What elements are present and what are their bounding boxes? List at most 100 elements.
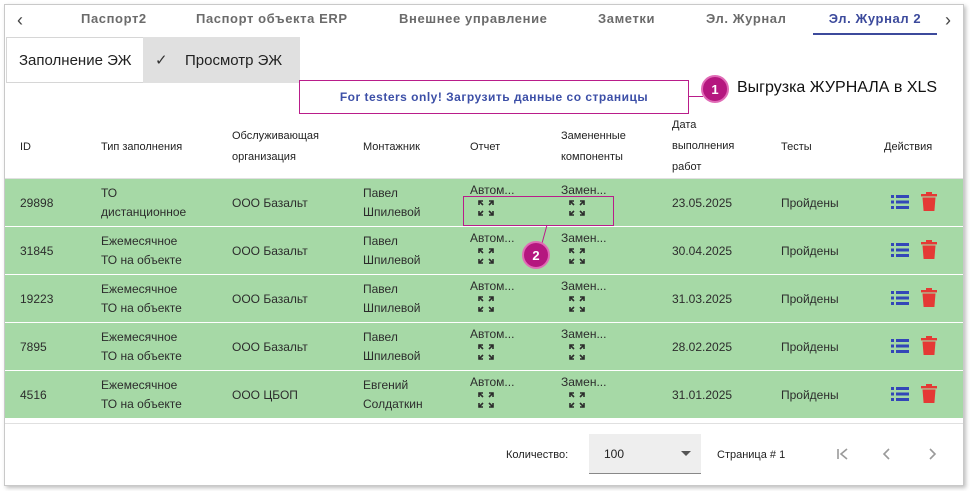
fill-journal-toggle[interactable]: Заполнение ЭЖ: [6, 37, 144, 83]
cell-report: Автом...: [470, 231, 514, 265]
trash-icon[interactable]: [921, 336, 937, 355]
trash-icon[interactable]: [921, 384, 937, 403]
cell-type: Ежемесячное ТО на объекте: [101, 376, 182, 414]
cell-report-text: Автом...: [470, 375, 515, 389]
expand-replaced-icon[interactable]: [568, 391, 586, 409]
tab-scroll-left-icon[interactable]: ‹: [9, 7, 31, 33]
expand-report-icon[interactable]: [477, 295, 495, 313]
col-installer[interactable]: Монтажник: [363, 137, 420, 158]
cell-type-line-2: ТО на объекте: [101, 397, 182, 411]
cell-tests: Пройдены: [781, 339, 839, 354]
cell-type-line-1: ТО: [101, 186, 118, 200]
cell-installer: Павел Шпилевой: [363, 280, 421, 318]
cell-installer-line-2: Шпилевой: [363, 253, 421, 267]
first-page-icon[interactable]: [831, 442, 855, 466]
count-label: Количество:: [506, 449, 569, 461]
col-org[interactable]: Обслуживающая организация: [232, 126, 319, 168]
cell-report: Автом...: [470, 279, 514, 313]
cell-org: ООО Базальт: [232, 243, 308, 258]
cell-org: ООО Базальт: [232, 339, 308, 354]
expand-report-icon[interactable]: [477, 391, 495, 409]
tab-e-journal[interactable]: Эл. Журнал: [706, 5, 787, 35]
cell-replaced: Замен...: [561, 231, 606, 265]
cell-replaced-text: Замен...: [561, 327, 607, 341]
tab-e-journal-2[interactable]: Эл. Журнал 2: [813, 5, 937, 35]
cell-installer: Павел Шпилевой: [363, 232, 421, 270]
col-replaced-line-2: компоненты: [561, 151, 623, 163]
col-actions: Действия: [884, 141, 933, 153]
next-page-icon[interactable]: [920, 442, 944, 466]
count-select[interactable]: 100: [589, 434, 701, 474]
trash-icon[interactable]: [921, 240, 937, 259]
expand-replaced-icon[interactable]: [568, 247, 586, 265]
tab-passport-erp[interactable]: Паспорт объекта ERP: [196, 5, 348, 35]
list-icon[interactable]: [891, 337, 909, 355]
list-icon[interactable]: [891, 385, 909, 403]
col-id[interactable]: ID: [20, 137, 31, 158]
cell-installer-line-2: Шпилевой: [363, 349, 421, 363]
trash-icon[interactable]: [921, 192, 937, 211]
cell-replaced: Замен...: [561, 279, 606, 313]
tab-scroll-right-icon[interactable]: ›: [937, 7, 959, 33]
trash-icon[interactable]: [921, 288, 937, 307]
cell-replaced-text: Замен...: [561, 183, 607, 197]
cell-id: 31845: [20, 243, 54, 258]
cell-installer-line-1: Павел: [363, 282, 398, 296]
cell-date: 30.04.2025: [672, 243, 733, 258]
col-date-line-2: выполнения: [672, 140, 735, 152]
callout-1-badge: 1: [701, 75, 729, 103]
col-tests[interactable]: Тесты: [781, 137, 812, 158]
cell-replaced-text: Замен...: [561, 375, 607, 389]
cell-installer: Павел Шпилевой: [363, 184, 421, 222]
table-row[interactable]: 31845 Ежемесячное ТО на объекте ООО Базальт…: [5, 227, 963, 275]
view-journal-label: Просмотр ЭЖ: [185, 51, 283, 69]
prev-page-icon[interactable]: [875, 442, 899, 466]
cell-id: 4516: [20, 387, 47, 402]
cell-type: Ежемесячное ТО на объекте: [101, 232, 182, 270]
testers-load-link[interactable]: For testers only! Загрузить данные со ст…: [299, 80, 689, 114]
cell-installer: Павел Шпилевой: [363, 328, 421, 366]
col-type[interactable]: Тип заполнения: [101, 137, 182, 158]
callout-2-badge: 2: [522, 241, 550, 269]
table-row[interactable]: 4516 Ежемесячное ТО на объекте ООО ЦБОП Евге…: [5, 371, 963, 419]
cell-date: 31.01.2025: [672, 387, 733, 402]
table-row[interactable]: 19223 Ежемесячное ТО на объекте ООО Базальт…: [5, 275, 963, 323]
page-label: Страница # 1: [717, 449, 786, 461]
view-journal-toggle[interactable]: ✓ Просмотр ЭЖ: [143, 37, 300, 83]
cell-installer-line-1: Павел: [363, 234, 398, 248]
table-header: ID Тип заполнения Обслуживающая организа…: [5, 115, 963, 179]
cell-report-text: Автом...: [470, 183, 515, 197]
cell-org: ООО Базальт: [232, 195, 308, 210]
cell-installer-line-1: Павел: [363, 330, 398, 344]
list-icon[interactable]: [891, 289, 909, 307]
expand-replaced-icon[interactable]: [568, 343, 586, 361]
count-select-value: 100: [604, 447, 625, 461]
tab-external-control[interactable]: Внешнее управление: [399, 5, 548, 35]
cell-report: Автом...: [470, 327, 514, 361]
table-row[interactable]: 7895 Ежемесячное ТО на объекте ООО Базальт П…: [5, 323, 963, 371]
expand-report-icon[interactable]: [477, 247, 495, 265]
col-replaced-line-1: Замененные: [561, 130, 626, 142]
cell-type-line-1: Ежемесячное: [101, 234, 178, 248]
list-icon[interactable]: [891, 193, 909, 211]
expand-report-icon[interactable]: [477, 343, 495, 361]
list-icon[interactable]: [891, 241, 909, 259]
cell-date: 23.05.2025: [672, 195, 733, 210]
cell-date: 28.02.2025: [672, 339, 733, 354]
col-date[interactable]: Дата выполнения работ: [672, 115, 734, 178]
col-replaced[interactable]: Замененные компоненты: [561, 126, 626, 168]
cell-type: ТО дистанционное: [101, 184, 186, 222]
col-report[interactable]: Отчет: [470, 137, 500, 158]
cell-org: ООО Базальт: [232, 291, 308, 306]
tab-passport2[interactable]: Паспорт2: [81, 5, 147, 35]
cell-report: Автом...: [470, 375, 514, 409]
cell-tests: Пройдены: [781, 291, 839, 306]
expand-replaced-icon[interactable]: [568, 295, 586, 313]
cell-report-text: Автом...: [470, 327, 515, 341]
cell-replaced: Замен...: [561, 375, 606, 409]
cell-id: 29898: [20, 195, 54, 210]
col-date-line-1: Дата: [672, 119, 697, 131]
callout-1-text: Выгрузка ЖУРНАЛА в XLS: [737, 79, 938, 96]
tab-notes[interactable]: Заметки: [598, 5, 655, 35]
cell-installer-line-2: Шпилевой: [363, 301, 421, 315]
